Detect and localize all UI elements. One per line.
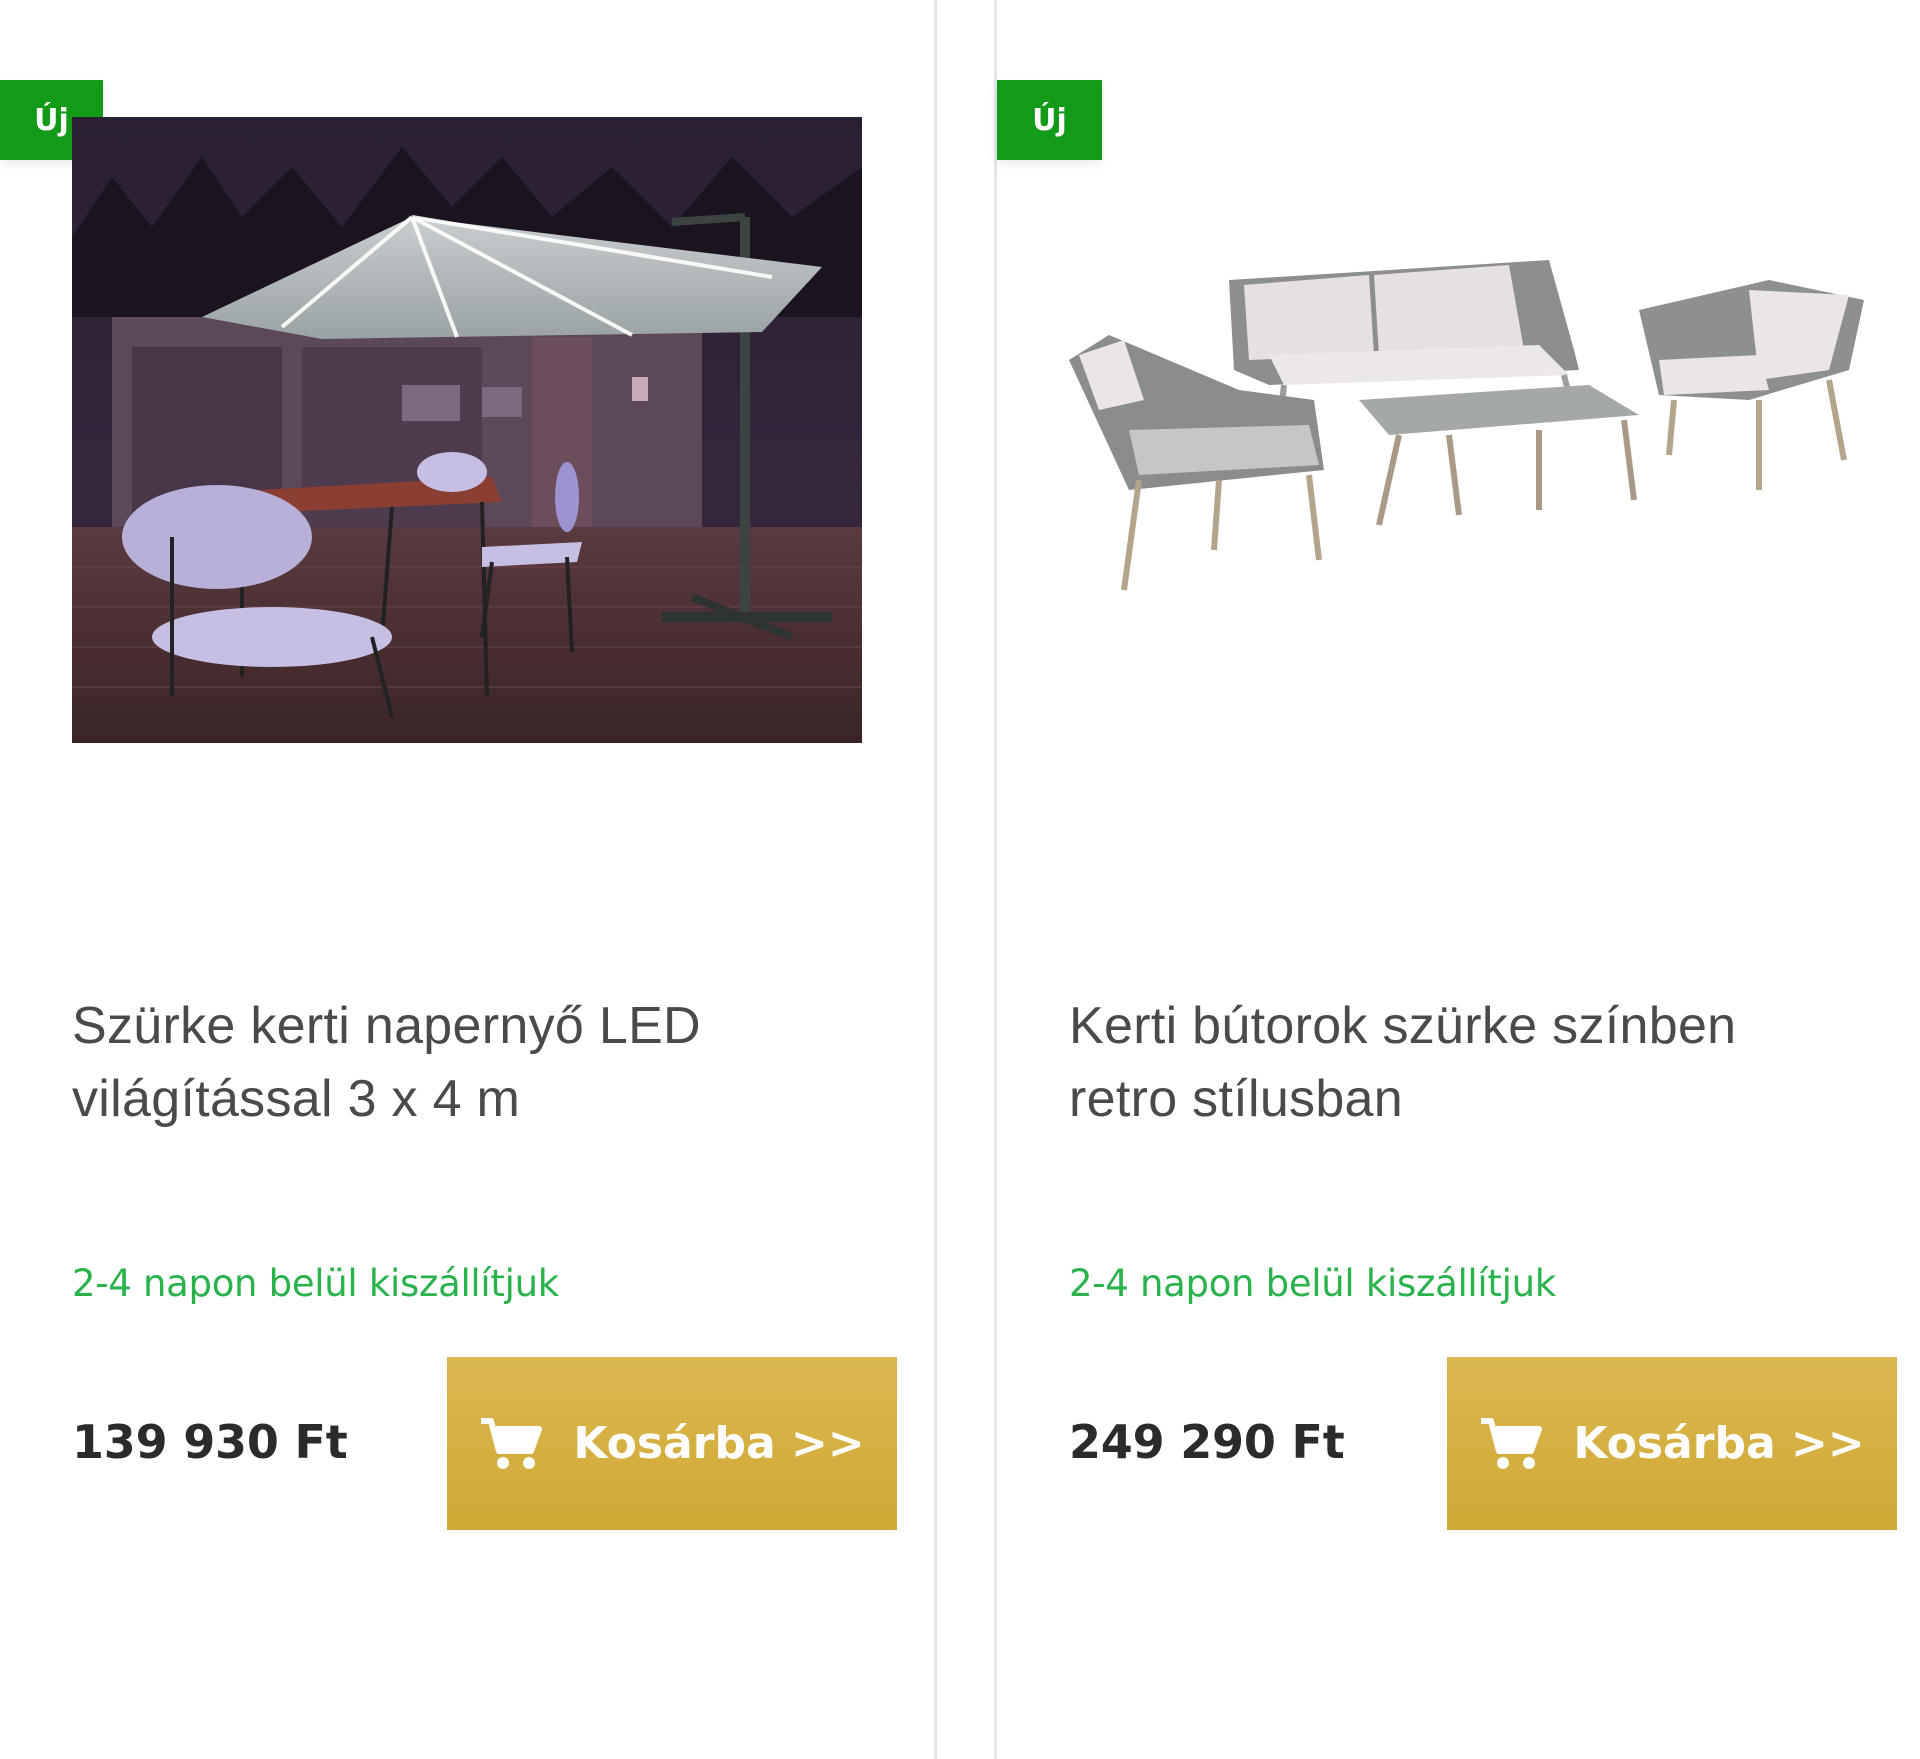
add-to-cart-button[interactable]: Kosárba >> [447,1357,897,1530]
add-to-cart-button[interactable]: Kosárba >> [1447,1357,1897,1530]
column-divider-left [934,0,937,1759]
product-price: 249 290 Ft [1069,1415,1345,1469]
product-card[interactable]: Új [0,0,934,1759]
product-title[interactable]: Kerti bútorok szürke színben retro stílu… [1069,990,1849,1136]
product-price: 139 930 Ft [72,1415,348,1469]
product-title[interactable]: Szürke kerti napernyő LED világítással 3… [72,990,852,1136]
delivery-info: 2-4 napon belül kiszállítjuk [1069,1262,1556,1305]
product-image[interactable] [1069,240,1865,610]
add-to-cart-label: Kosárba >> [1573,1418,1865,1469]
delivery-info: 2-4 napon belül kiszállítjuk [72,1262,559,1305]
garden-furniture-set-photo [1069,240,1865,610]
product-image[interactable] [72,117,862,743]
cart-icon [1479,1417,1543,1471]
patio-umbrella-led-photo [72,117,862,743]
product-card[interactable]: Új [997,0,1920,1759]
add-to-cart-label: Kosárba >> [573,1418,865,1469]
new-badge: Új [997,80,1102,160]
cart-icon [479,1417,543,1471]
